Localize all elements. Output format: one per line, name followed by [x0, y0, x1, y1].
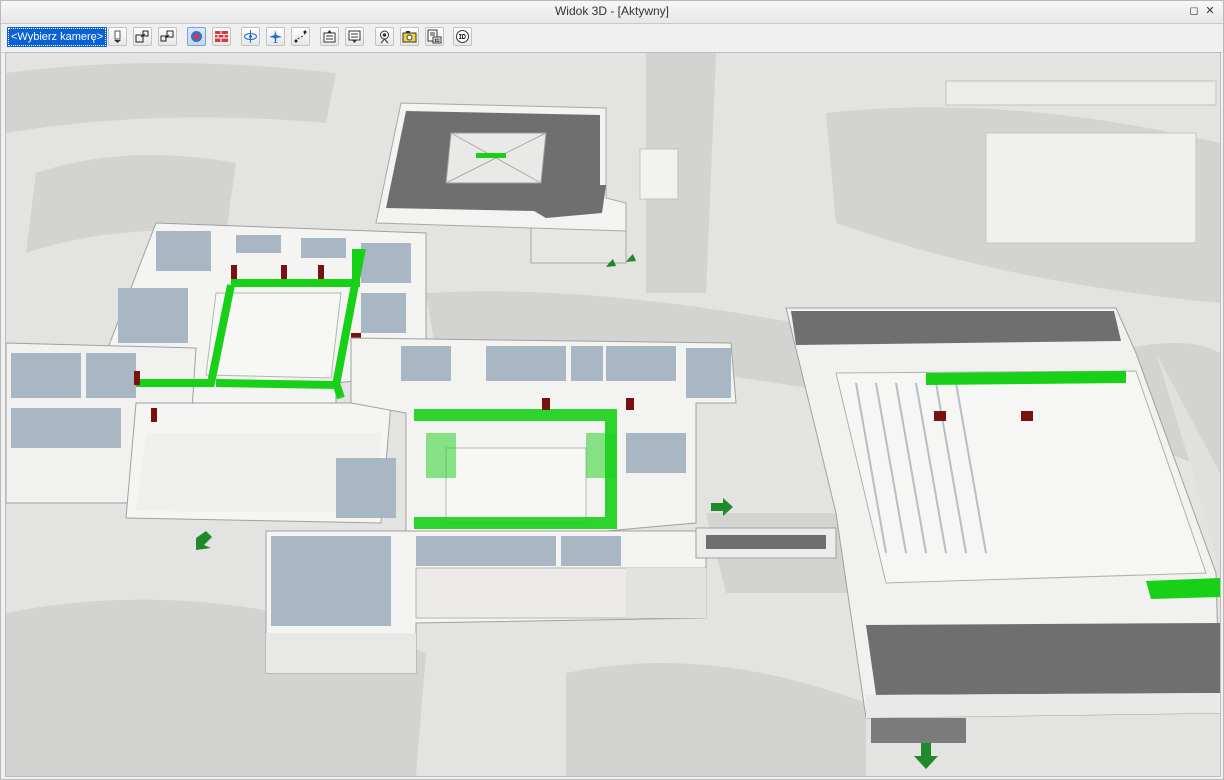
render-mode-button[interactable]: [187, 27, 206, 46]
wall-brick-icon: [215, 31, 228, 42]
fly-mode-button[interactable]: [266, 27, 285, 46]
photo-capture-button[interactable]: [400, 27, 419, 46]
connector-roof: [706, 535, 826, 549]
export-3d-icon: [427, 29, 442, 44]
floor-down-button[interactable]: [345, 27, 364, 46]
floor-up-button[interactable]: [320, 27, 339, 46]
parking-area: [985, 132, 1197, 244]
export-3d-button[interactable]: [425, 27, 444, 46]
camera-settings-button[interactable]: [375, 27, 394, 46]
zoom-window-in-button[interactable]: [133, 27, 152, 46]
zoom-window-out-icon: [160, 30, 174, 42]
camera-dropdown-button[interactable]: [108, 27, 127, 46]
fly-mode-icon: [269, 30, 282, 43]
camera-dropdown-icon: [114, 30, 121, 43]
viewer-window: Widok 3D - [Aktywny] ◻ ✕ <Wybierz kamerę…: [0, 0, 1224, 780]
view-3d-icon: [456, 30, 469, 43]
walk-path-button[interactable]: [291, 27, 310, 46]
camera-select[interactable]: <Wybierz kamerę>: [6, 27, 108, 47]
building-3d-scene[interactable]: [6, 53, 1220, 776]
restore-button[interactable]: ◻: [1187, 4, 1201, 18]
window-title: Widok 3D - [Aktywny]: [554, 4, 670, 18]
title-bar: Widok 3D - [Aktywny] ◻ ✕: [1, 1, 1223, 24]
close-button[interactable]: ✕: [1203, 4, 1217, 18]
zoom-window-out-button[interactable]: [158, 27, 177, 46]
floor-up-icon: [323, 30, 336, 43]
wall-brick-button[interactable]: [212, 27, 231, 46]
central-block: [350, 337, 737, 552]
photo-capture-icon: [402, 31, 417, 43]
render-mode-icon: [191, 31, 202, 42]
shed: [639, 148, 679, 200]
orbit-rotate-button[interactable]: [241, 27, 260, 46]
toolbar: <Wybierz kamerę>: [1, 24, 1223, 53]
tribune: [945, 80, 1217, 106]
walk-path-icon: [294, 30, 307, 43]
view-3d-button[interactable]: [453, 27, 472, 46]
3d-viewport[interactable]: [5, 52, 1221, 777]
floor-down-icon: [348, 30, 361, 43]
zoom-window-in-icon: [135, 30, 149, 43]
orbit-rotate-icon: [244, 30, 257, 43]
camera-settings-icon: [380, 30, 389, 44]
